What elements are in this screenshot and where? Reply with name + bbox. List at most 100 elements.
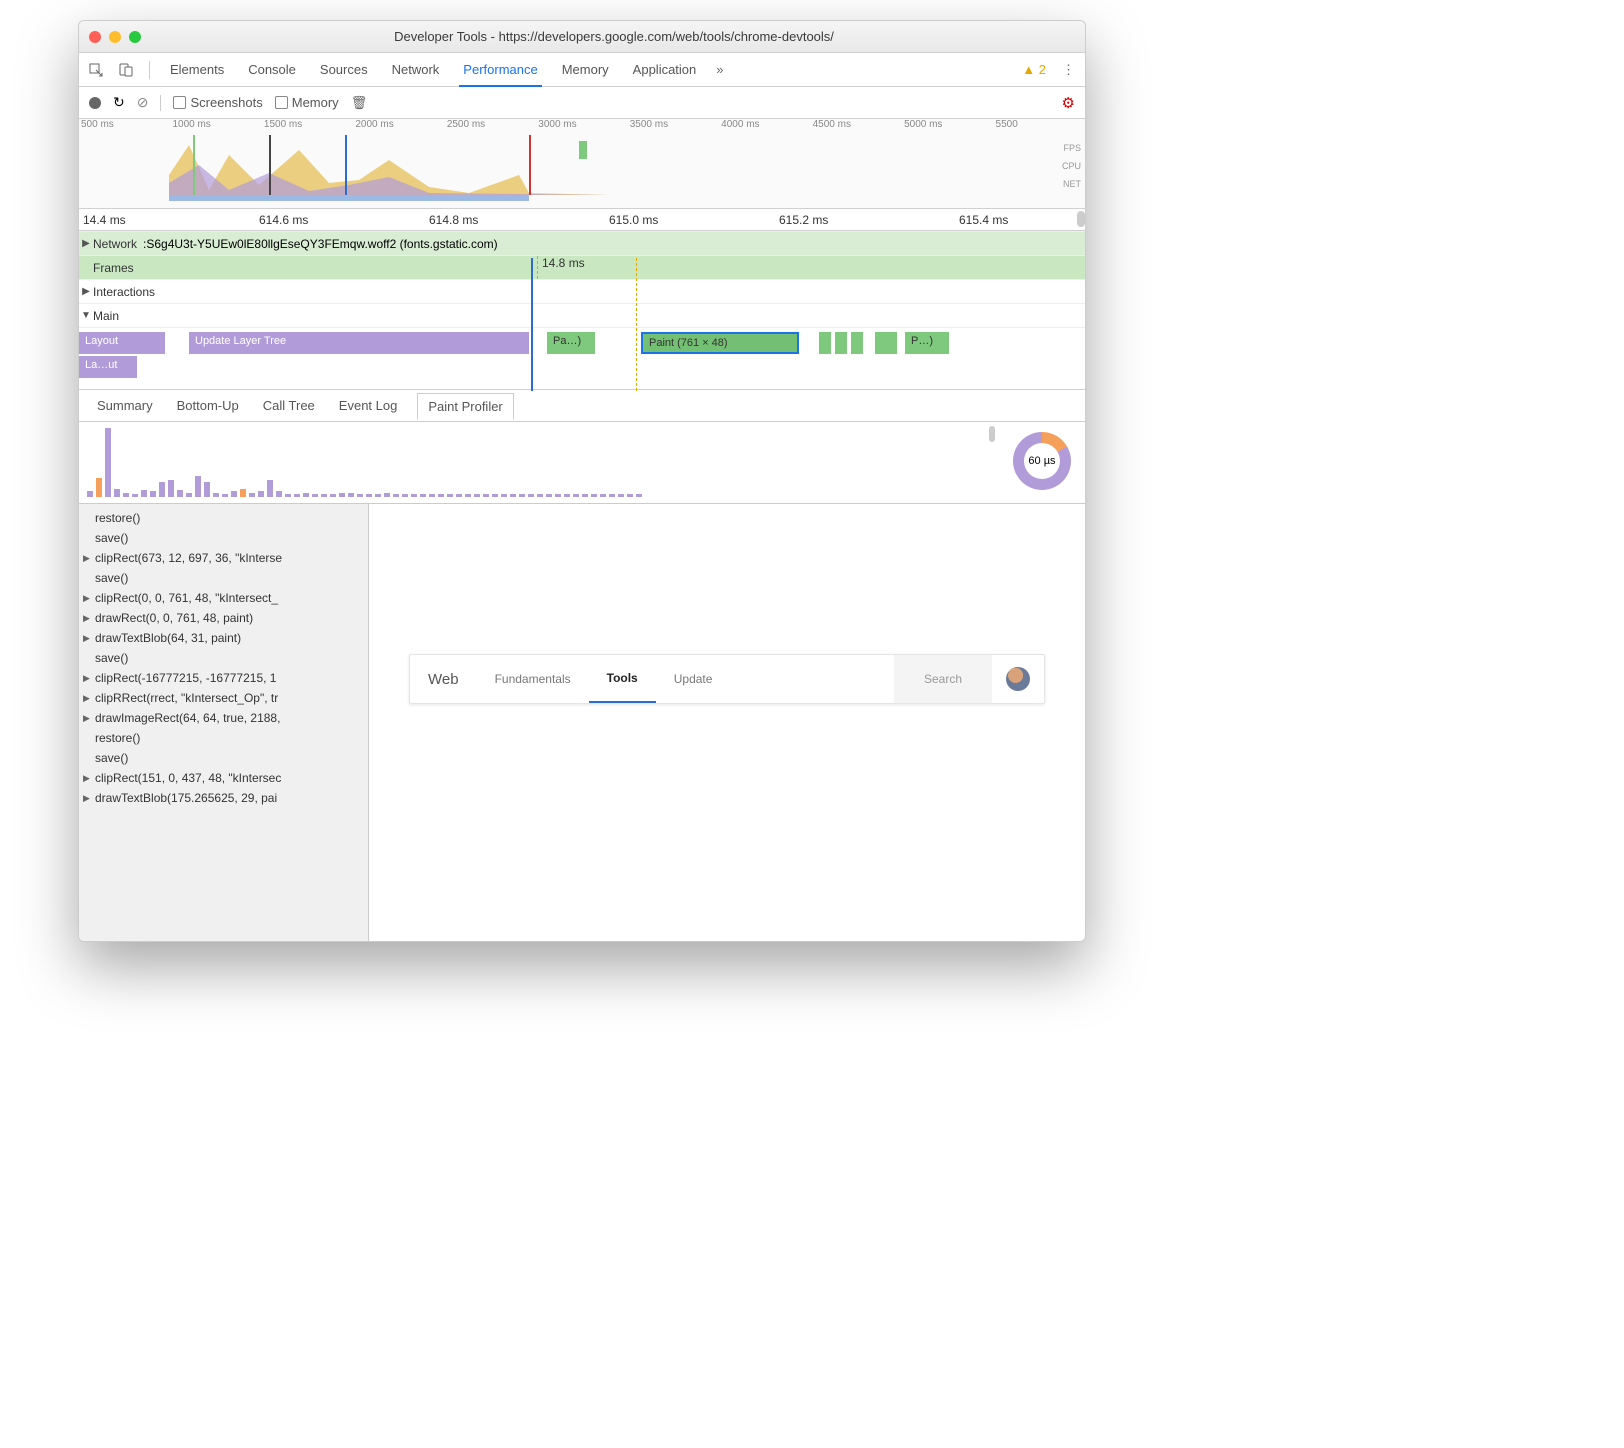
command-row[interactable]: save() (79, 568, 368, 588)
separator (149, 61, 150, 79)
timeline-ruler[interactable]: 14.4 ms 614.6 ms 614.8 ms 615.0 ms 615.2… (79, 209, 1085, 231)
layout-event[interactable]: La…ut (79, 356, 137, 378)
tab-call-tree[interactable]: Call Tree (259, 392, 319, 419)
frames-track[interactable]: Frames 14.8 ms (79, 255, 1085, 279)
command-row[interactable]: ▶drawRect(0, 0, 761, 48, paint) (79, 608, 368, 628)
command-row[interactable]: ▶clipRect(151, 0, 437, 48, "kIntersec (79, 768, 368, 788)
main-track-label: Main (93, 309, 125, 323)
paint-event-selected[interactable]: Paint (761 × 48) (641, 332, 799, 354)
tab-event-log[interactable]: Event Log (335, 392, 402, 419)
minimize-icon[interactable] (109, 31, 121, 43)
paint-event[interactable]: P…) (905, 332, 949, 354)
scrollbar-thumb[interactable] (989, 426, 995, 442)
nav-search[interactable]: Search (894, 655, 992, 703)
collapse-icon[interactable]: ▼ (79, 310, 93, 321)
paint-event[interactable] (875, 332, 897, 354)
expand-icon[interactable] (79, 262, 93, 273)
device-toggle-icon[interactable] (119, 63, 133, 77)
paint-profiler-graph[interactable]: 60 µs (79, 422, 1085, 504)
command-text: drawImageRect(64, 64, true, 2188, (95, 711, 280, 725)
command-row[interactable]: save() (79, 528, 368, 548)
command-row[interactable]: save() (79, 748, 368, 768)
more-tabs-icon[interactable]: » (716, 62, 723, 77)
tab-network[interactable]: Network (388, 54, 444, 85)
expand-icon[interactable]: ▶ (83, 693, 95, 704)
paint-event[interactable] (835, 332, 847, 354)
tab-summary[interactable]: Summary (93, 392, 157, 419)
expand-icon[interactable]: ▶ (79, 238, 93, 249)
interactions-track[interactable]: ▶ Interactions (79, 279, 1085, 303)
expand-icon[interactable]: ▶ (83, 613, 95, 624)
paint-event[interactable] (819, 332, 831, 354)
expand-icon[interactable]: ▶ (83, 593, 95, 604)
devtools-window: Developer Tools - https://developers.goo… (78, 20, 1086, 942)
overview-pane[interactable]: 500 ms1000 ms1500 ms2000 ms2500 ms3000 m… (79, 119, 1085, 209)
clear-button[interactable]: ⊘ (137, 94, 149, 111)
command-row[interactable]: ▶clipRect(-16777215, -16777215, 1 (79, 668, 368, 688)
command-row[interactable]: ▶clipRect(0, 0, 761, 48, "kIntersect_ (79, 588, 368, 608)
warning-count: 2 (1039, 62, 1046, 77)
paint-event[interactable] (851, 332, 863, 354)
record-button[interactable] (89, 97, 101, 109)
ruler-tick: 614.6 ms (259, 213, 308, 227)
command-text: restore() (95, 731, 140, 745)
ruler-tick: 14.4 ms (83, 213, 126, 227)
tab-performance[interactable]: Performance (459, 54, 541, 87)
ruler-tick: 615.0 ms (609, 213, 658, 227)
command-row[interactable]: ▶drawTextBlob(175.265625, 29, pai (79, 788, 368, 808)
nav-item-fundamentals[interactable]: Fundamentals (477, 672, 589, 686)
settings-gear-icon[interactable]: ⚙ (1062, 94, 1075, 112)
layout-event[interactable]: Layout (79, 332, 165, 354)
expand-icon[interactable]: ▶ (83, 773, 95, 784)
network-track[interactable]: ▶ Network :S6g4U3t-Y5UEw0lE80llgEseQY3FE… (79, 231, 1085, 255)
tab-elements[interactable]: Elements (166, 54, 228, 85)
window-titlebar: Developer Tools - https://developers.goo… (79, 21, 1085, 53)
paint-event[interactable]: Pa…) (547, 332, 595, 354)
main-thread-flame[interactable]: Layout La…ut Update Layer Tree Pa…) Pain… (79, 327, 1085, 389)
zoom-icon[interactable] (129, 31, 141, 43)
tab-paint-profiler[interactable]: Paint Profiler (417, 393, 513, 420)
traffic-lights (89, 31, 141, 43)
inspect-icon[interactable] (89, 63, 103, 77)
scrollbar-thumb[interactable] (1077, 211, 1085, 227)
close-icon[interactable] (89, 31, 101, 43)
garbage-collect-button[interactable]: 🗑 (351, 95, 368, 111)
command-row[interactable]: ▶clipRRect(rrect, "kIntersect_Op", tr (79, 688, 368, 708)
ruler-tick: 614.8 ms (429, 213, 478, 227)
kebab-menu-icon[interactable]: ⋮ (1062, 62, 1075, 78)
update-layer-tree-event[interactable]: Update Layer Tree (189, 332, 529, 354)
memory-checkbox[interactable]: Memory (275, 95, 339, 110)
nav-item-updates[interactable]: Update (656, 672, 731, 686)
command-text: clipRect(151, 0, 437, 48, "kIntersec (95, 771, 281, 785)
avatar[interactable] (1006, 667, 1030, 691)
tab-memory[interactable]: Memory (558, 54, 613, 85)
command-row[interactable]: restore() (79, 728, 368, 748)
reload-button[interactable]: ↻ (113, 94, 125, 111)
nav-item-web[interactable]: Web (410, 671, 477, 688)
command-text: save() (95, 651, 128, 665)
expand-icon[interactable]: ▶ (83, 793, 95, 804)
command-row[interactable]: ▶drawTextBlob(64, 31, paint) (79, 628, 368, 648)
expand-icon[interactable]: ▶ (83, 713, 95, 724)
expand-icon[interactable]: ▶ (79, 286, 93, 297)
command-row[interactable]: save() (79, 648, 368, 668)
command-text: save() (95, 751, 128, 765)
expand-icon[interactable]: ▶ (83, 633, 95, 644)
tab-sources[interactable]: Sources (316, 54, 372, 85)
draw-command-list[interactable]: restore()save()▶clipRect(673, 12, 697, 3… (79, 504, 369, 941)
command-row[interactable]: ▶drawImageRect(64, 64, true, 2188, (79, 708, 368, 728)
command-row[interactable]: ▶clipRect(673, 12, 697, 36, "kInterse (79, 548, 368, 568)
main-track-header[interactable]: ▼ Main (79, 303, 1085, 327)
warnings-badge[interactable]: ▲ 2 (1022, 62, 1046, 77)
flame-tracks: ▶ Network :S6g4U3t-Y5UEw0lE80llgEseQY3FE… (79, 231, 1085, 390)
expand-icon[interactable]: ▶ (83, 553, 95, 564)
command-text: save() (95, 571, 128, 585)
details-tabbar: Summary Bottom-Up Call Tree Event Log Pa… (79, 390, 1085, 422)
screenshots-checkbox[interactable]: Screenshots (173, 95, 262, 110)
command-row[interactable]: restore() (79, 508, 368, 528)
expand-icon[interactable]: ▶ (83, 673, 95, 684)
tab-application[interactable]: Application (629, 54, 701, 85)
nav-item-tools[interactable]: Tools (589, 655, 656, 703)
tab-console[interactable]: Console (244, 54, 300, 85)
tab-bottom-up[interactable]: Bottom-Up (173, 392, 243, 419)
